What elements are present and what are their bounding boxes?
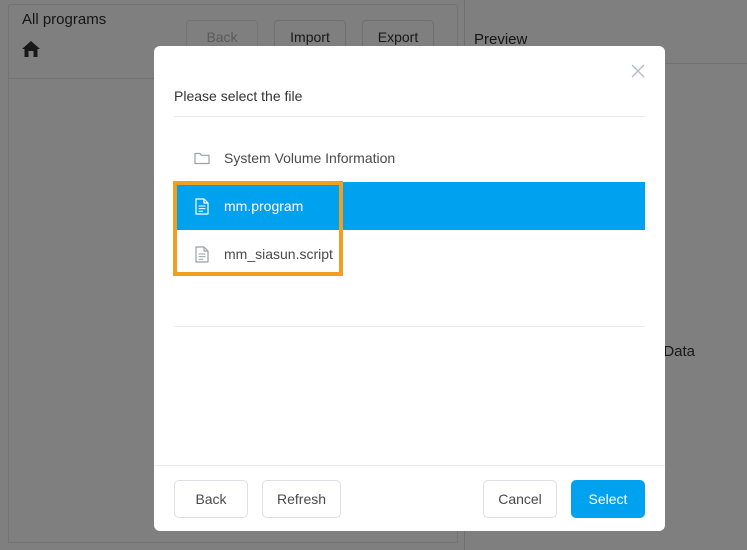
dialog-footer: Back Refresh Cancel Select xyxy=(154,465,665,531)
list-item-mm-program[interactable]: mm.program xyxy=(174,182,645,230)
dialog-refresh-button[interactable]: Refresh xyxy=(262,480,341,518)
list-item-folder[interactable]: System Volume Information xyxy=(174,134,665,182)
dialog-header-divider xyxy=(174,116,645,117)
list-item-label: System Volume Information xyxy=(224,150,395,166)
list-item-mm-siasun-script[interactable]: mm_siasun.script xyxy=(174,230,665,278)
dialog-prompt: Please select the file xyxy=(174,88,645,116)
list-item-label: mm.program xyxy=(224,198,303,214)
file-list-bottom-divider xyxy=(174,326,645,327)
folder-icon xyxy=(194,149,210,167)
file-list: System Volume Information mm.program xyxy=(174,134,665,464)
dialog-select-button[interactable]: Select xyxy=(571,480,645,518)
file-select-dialog: Please select the file System Volume Inf… xyxy=(154,46,665,531)
close-icon[interactable] xyxy=(625,58,651,84)
dialog-back-button[interactable]: Back xyxy=(174,480,248,518)
dialog-header: Please select the file xyxy=(174,88,645,117)
dialog-cancel-button[interactable]: Cancel xyxy=(483,480,557,518)
file-icon xyxy=(194,197,210,215)
file-icon xyxy=(194,245,210,263)
footer-right-actions: Cancel Select xyxy=(483,480,645,518)
footer-left-actions: Back Refresh xyxy=(174,480,341,518)
list-item-label: mm_siasun.script xyxy=(224,246,333,262)
